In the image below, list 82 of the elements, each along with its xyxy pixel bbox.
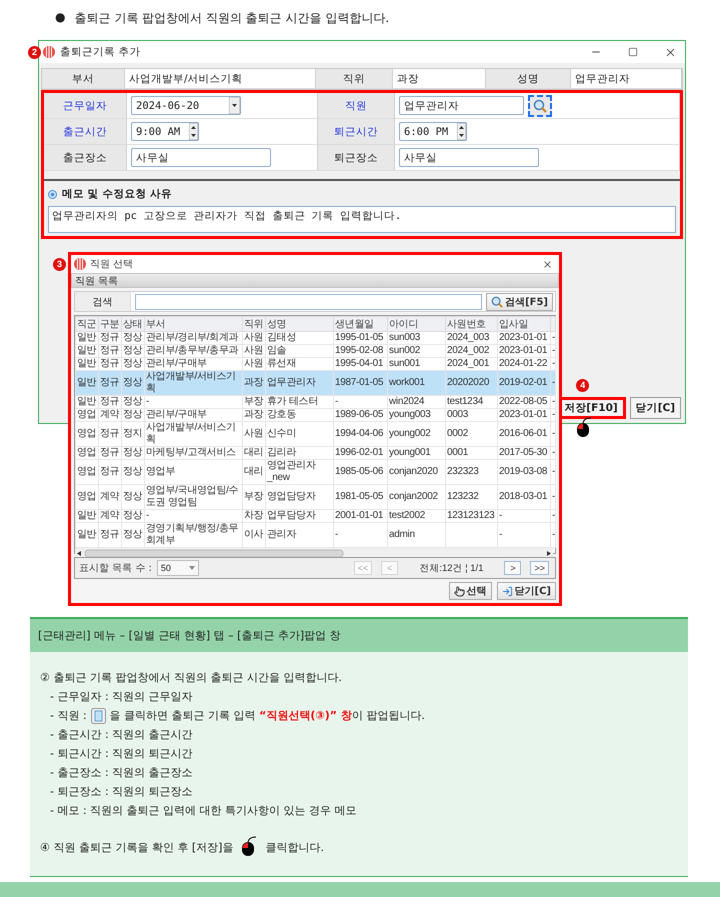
field-label: 성명	[486, 69, 571, 89]
search-button[interactable]	[528, 94, 552, 116]
window-title: 출퇴근기록 추가	[60, 45, 142, 59]
table-cell: -	[550, 422, 556, 446]
exit-icon	[502, 586, 513, 596]
search-icon	[533, 98, 547, 112]
bullet-icon	[48, 190, 57, 198]
field-label: 퇴근시간	[318, 119, 395, 145]
close-icon[interactable]	[542, 258, 553, 270]
page-size-label: 표시할 목록 수 :	[79, 562, 152, 575]
spinner-icon	[457, 123, 466, 140]
column-header[interactable]: 직위	[242, 316, 266, 332]
text-field[interactable]: 사무실	[399, 148, 539, 167]
guide-text: 을 클릭하면 출퇴근 기록 입력 “직원선택(③)” 창이 팝업됩니다.	[110, 708, 425, 723]
caret-icon	[188, 566, 195, 570]
table-cell: -	[550, 370, 556, 396]
guide-text: ② 출퇴근 기록 팝업창에서 직원의 출퇴근 시간을 입력합니다.	[40, 670, 342, 685]
time-field[interactable]: 9:00 AM	[131, 122, 199, 141]
column-header[interactable]: 직군	[76, 316, 98, 332]
column-header[interactable]: 사원번호	[446, 316, 498, 332]
app-icon	[43, 46, 55, 58]
column-header[interactable]: 성명	[266, 316, 334, 332]
field-label: 출근시간	[44, 119, 127, 145]
field-label: 부서	[42, 69, 125, 89]
field-label: 퇴근장소	[318, 145, 395, 171]
intro-text: 출퇴근 기록 팝업창에서 직원의 출퇴근 시간을 입력합니다.	[74, 10, 390, 27]
table-cell: -	[550, 522, 556, 548]
guide-text: - 출근시간 : 직원의 출근시간	[50, 727, 193, 742]
field-label: 출근장소	[44, 145, 127, 171]
field-label: 근무일자	[44, 93, 127, 119]
field-label: 직위	[316, 69, 393, 89]
table-cell: -	[550, 460, 556, 484]
employee-field[interactable]: 업무관리자	[399, 96, 524, 115]
column-header[interactable]: 아이디	[388, 316, 446, 332]
search-button[interactable]: 검색[F5]	[486, 292, 553, 310]
app-icon	[74, 258, 86, 270]
page-button[interactable]: >>	[530, 561, 549, 575]
button-icon	[90, 708, 106, 724]
window-title: 직원 선택	[90, 258, 134, 271]
section-header: [근태관리] 메뉴 – [일별 근태 현황] 탭 – [출퇴근 추가]팝업 창	[30, 617, 688, 652]
column-header[interactable]: 상태	[122, 316, 144, 332]
guide-text: - 직원 :	[50, 708, 87, 723]
mouse-icon	[576, 417, 592, 437]
column-header[interactable]: 생년월일	[334, 316, 388, 332]
field-value: 사업개발부/서비스기획	[125, 69, 316, 89]
search-icon	[491, 296, 504, 308]
guide-text: - 퇴근장소 : 직원의 퇴근장소	[50, 784, 193, 799]
page-summary: 전체:12건 ¦ 1/1	[418, 562, 484, 574]
group-title: 직원 목록	[71, 273, 559, 288]
guide-text: - 퇴근시간 : 직원의 퇴근시간	[50, 746, 193, 761]
guide-text: 클릭합니다.	[265, 840, 324, 854]
dialog-button[interactable]: 선택	[448, 582, 492, 600]
page-button[interactable]: >	[504, 561, 522, 575]
column-header[interactable]: 부서	[144, 316, 242, 332]
time-field[interactable]: 6:00 PM	[399, 122, 467, 141]
guide-text: - 근무일자 : 직원의 근무일자	[50, 689, 193, 704]
page-size-select[interactable]: 50	[156, 560, 199, 576]
guide-text: - 메모 : 직원의 출퇴근 입력에 대한 특기사항이 있는 경우 메모	[50, 803, 357, 818]
maximize-icon[interactable]	[628, 47, 638, 57]
guide-text: - 출근장소 : 직원의 출근장소	[50, 765, 193, 780]
step-marker: 4	[576, 379, 590, 392]
mouse-icon	[241, 836, 258, 856]
field-value: 과장	[393, 69, 486, 89]
table-cell: -	[550, 484, 556, 510]
search-field[interactable]	[135, 294, 482, 310]
section-title: 메모 및 수정요청 사유	[62, 187, 172, 201]
column-header[interactable]: 입사일	[498, 316, 550, 332]
column-header[interactable]: 구분	[98, 316, 122, 332]
text-field[interactable]: 사무실	[131, 148, 271, 167]
field-value: 업무관리자	[571, 69, 682, 89]
bullet: ●	[55, 10, 66, 24]
dialog-button[interactable]: 닫기[C]	[630, 397, 681, 419]
dialog-button[interactable]: 닫기[C]	[496, 582, 556, 600]
guide-text: ④ 직원 출퇴근 기록을 확인 후 [저장]을	[40, 840, 234, 854]
date-field[interactable]: 2024-06-20	[131, 96, 241, 115]
memo-field[interactable]: 업무관리자의 pc 고장으로 관리자가 직접 출퇴근 기록 입력합니다.	[48, 206, 676, 233]
step-marker: 2	[28, 46, 41, 59]
spinner-icon	[189, 123, 198, 140]
pointer-icon	[454, 586, 465, 596]
dropdown-icon	[229, 97, 240, 114]
search-label: 검색	[75, 292, 131, 311]
field-label: 직원	[318, 93, 395, 119]
